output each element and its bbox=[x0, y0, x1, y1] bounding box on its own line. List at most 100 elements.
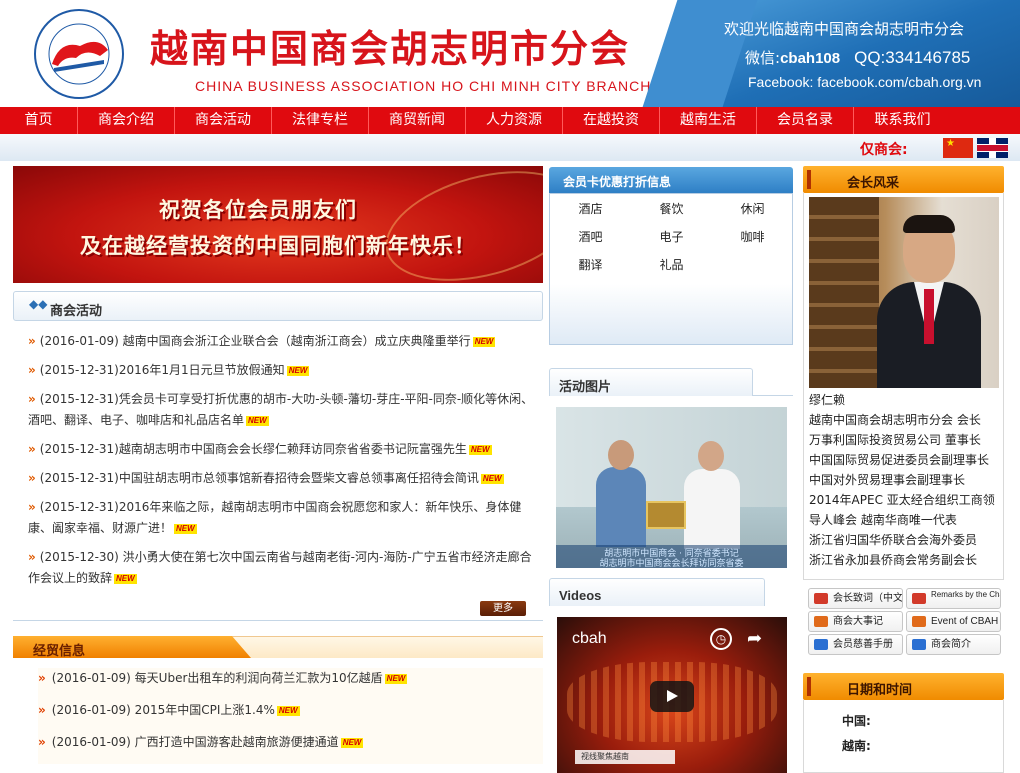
vietnam-time-label: 越南: bbox=[842, 739, 871, 753]
member-card-panel: 酒店 餐饮 休闲 酒吧 电子 咖啡 翻译 礼品 bbox=[549, 193, 793, 345]
nav-item-members[interactable]: 会员名录 bbox=[757, 107, 854, 134]
activities-list: » (2016-01-09) 越南中国商会浙江企业联合会（越南浙江商会）成立庆典隆… bbox=[28, 331, 540, 597]
category-translation[interactable]: 翻译 bbox=[550, 256, 631, 274]
video-title-strip: 视线聚焦越南 bbox=[575, 750, 675, 764]
trade-list: » (2016-01-09) 每天Uber出租车的利润向荷兰汇款为10亿越盾 NEW… bbox=[38, 668, 543, 764]
chairman-speech-button[interactable]: 会长致词（中文） bbox=[808, 588, 903, 609]
list-item[interactable]: » (2015-12-31)越南胡志明市中国商会会长缪仁赖拜访同奈省省委书记阮富强… bbox=[28, 439, 540, 460]
photo-hair bbox=[903, 215, 955, 233]
banner-line-1: 祝贺各位会员朋友们 bbox=[159, 198, 357, 222]
watch-later-icon[interactable]: ◷ bbox=[710, 628, 732, 650]
list-item[interactable]: » (2015-12-31)凭会员卡可享受打折优惠的胡市-大叻-头顿-藩切-芽庄-… bbox=[28, 389, 540, 431]
bullet-icon: » bbox=[28, 471, 36, 485]
list-item[interactable]: » (2016-01-09) 越南中国商会浙江企业联合会（越南浙江商会）成立庆典隆… bbox=[28, 331, 540, 352]
news-link[interactable]: (2015-12-31)凭会员卡可享受打折优惠的胡市-大叻-头顿-藩切-芽庄-平… bbox=[28, 392, 533, 427]
bullet-icon: » bbox=[28, 442, 36, 456]
nav-item-investment[interactable]: 在越投资 bbox=[563, 107, 660, 134]
share-icon[interactable]: ➦ bbox=[747, 628, 762, 649]
chairman-photo[interactable] bbox=[809, 197, 999, 388]
video-player[interactable]: cbah ◷ ➦ 视线聚焦越南 bbox=[557, 617, 787, 773]
events-button[interactable]: Event of CBAH bbox=[906, 611, 1001, 632]
double-chevron-icon: » bbox=[38, 671, 46, 685]
list-item[interactable]: » (2015-12-31)2016年来临之际，越南胡志明市中国商会祝愿您和家人：… bbox=[28, 497, 540, 539]
speech-icon bbox=[814, 593, 828, 604]
news-link[interactable]: (2015-12-31)2016年1月1日元旦节放假通知 bbox=[40, 363, 285, 377]
trade-title: 经贸信息 bbox=[33, 644, 86, 659]
photos-header: 活动图片 bbox=[549, 368, 753, 396]
video-channel-name: cbah bbox=[572, 630, 607, 647]
category-hotel[interactable]: 酒店 bbox=[550, 200, 631, 218]
news-link[interactable]: (2015-12-30) 洪小勇大使在第七次中国云南省与越南老街-河内-海防-广… bbox=[28, 550, 532, 585]
milestones-button[interactable]: 商会大事记 bbox=[808, 611, 903, 632]
category-coffee[interactable]: 咖啡 bbox=[712, 228, 793, 246]
chairman-title-line: 浙江省归国华侨联合会海外委员 bbox=[809, 533, 978, 547]
chairman-header: 会长风采 bbox=[803, 166, 1004, 193]
news-link[interactable]: (2015-12-31)越南胡志明市中国商会会长缪仁赖拜访同奈省省委书记阮富强先… bbox=[40, 442, 467, 456]
association-intro-button[interactable]: 商会简介 bbox=[906, 634, 1001, 655]
news-link[interactable]: (2016-01-09) 越南中国商会浙江企业联合会（越南浙江商会）成立庆典隆重… bbox=[40, 334, 471, 348]
nav-item-trade-news[interactable]: 商贸新闻 bbox=[369, 107, 466, 134]
bullet-icon: » bbox=[28, 500, 36, 514]
list-item[interactable]: » (2016-01-09) 每天Uber出租车的利润向荷兰汇款为10亿越盾 NEW bbox=[38, 668, 543, 689]
news-link[interactable]: (2015-12-31)2016年来临之际，越南胡志明市中国商会祝愿您和家人：新… bbox=[28, 500, 521, 535]
trade-link[interactable]: (2016-01-09) 广西打造中国游客赴越南旅游便捷通道 bbox=[52, 735, 339, 749]
bullet-icon: » bbox=[28, 334, 36, 348]
new-year-banner[interactable]: 祝贺各位会员朋友们 及在越经营投资的中国同胞们新年快乐！ bbox=[13, 166, 543, 283]
chairperson-remarks-label: Remarks by the Chairperson bbox=[931, 590, 1000, 599]
wechat-label: 微信: bbox=[745, 49, 781, 67]
more-button[interactable]: 更多 bbox=[480, 601, 526, 616]
association-logo[interactable] bbox=[20, 6, 138, 102]
milestone-icon bbox=[814, 616, 828, 627]
new-badge: NEW bbox=[276, 705, 300, 716]
china-flag-icon[interactable] bbox=[943, 138, 973, 158]
facebook-link[interactable]: Facebook: facebook.com/cbah.org.vn bbox=[748, 74, 981, 90]
trade-link[interactable]: (2016-01-09) 每天Uber出租车的利润向荷兰汇款为10亿越盾 bbox=[52, 671, 383, 685]
chairman-title-line: 导人峰会 越南华商唯一代表 bbox=[809, 513, 957, 527]
chairperson-remarks-button[interactable]: Remarks by the Chairperson bbox=[906, 588, 1001, 609]
association-intro-label: 商会简介 bbox=[931, 639, 971, 650]
nav-item-activities[interactable]: 商会活动 bbox=[175, 107, 272, 134]
category-dining[interactable]: 餐饮 bbox=[631, 200, 712, 218]
photo-person-right bbox=[684, 469, 740, 549]
events-label: Event of CBAH bbox=[931, 616, 999, 627]
photo-person-right-head bbox=[698, 441, 724, 471]
list-item[interactable]: » (2016-01-09) 2015年中国CPI上涨1.4% NEW bbox=[38, 700, 543, 721]
list-item[interactable]: » (2016-01-09) 广西打造中国游客赴越南旅游便捷通道 NEW bbox=[38, 732, 543, 753]
main-nav: 首页 商会介绍 商会活动 法律专栏 商贸新闻 人力资源 在越投资 越南生活 会员… bbox=[0, 107, 1020, 134]
charity-handbook-button[interactable]: 会员慈善手册 bbox=[808, 634, 903, 655]
new-badge: NEW bbox=[480, 473, 504, 484]
chairman-name: 缪仁赖 bbox=[809, 393, 846, 407]
nav-item-about[interactable]: 商会介绍 bbox=[78, 107, 175, 134]
trade-link[interactable]: (2016-01-09) 2015年中国CPI上涨1.4% bbox=[52, 703, 275, 717]
nav-item-legal[interactable]: 法律专栏 bbox=[272, 107, 369, 134]
category-gifts[interactable]: 礼品 bbox=[631, 256, 712, 274]
list-item[interactable]: » (2015-12-31)中国驻胡志明市总领事馆新春招待会暨柴文睿总领事离任招待… bbox=[28, 468, 540, 489]
videos-header: Videos bbox=[549, 578, 765, 606]
news-link[interactable]: (2015-12-31)中国驻胡志明市总领事馆新春招待会暨柴文睿总领事离任招待会… bbox=[40, 471, 479, 485]
member-card-title: 会员卡优惠打折信息 bbox=[563, 175, 672, 189]
play-button-icon[interactable] bbox=[650, 681, 694, 712]
category-leisure[interactable]: 休闲 bbox=[712, 200, 793, 218]
site-subtitle: CHINA BUSINESS ASSOCIATION HO CHI MINH C… bbox=[195, 78, 652, 94]
nav-item-contact[interactable]: 联系我们 bbox=[854, 107, 951, 134]
double-chevron-icon: ◆◆ bbox=[29, 297, 48, 311]
photo-person-left bbox=[596, 467, 646, 547]
handbook-icon bbox=[814, 639, 828, 650]
activity-photo[interactable]: 胡志明市中国商会 · 同奈省委书记 胡志明市中国商会会长拜访同奈省委 bbox=[556, 407, 787, 568]
header-bar-accent bbox=[807, 170, 811, 189]
list-item[interactable]: » (2015-12-31)2016年1月1日元旦节放假通知 NEW bbox=[28, 360, 540, 381]
new-badge: NEW bbox=[174, 523, 197, 534]
photo-plaque bbox=[646, 501, 686, 529]
nav-item-home[interactable]: 首页 bbox=[0, 107, 78, 134]
category-electronics[interactable]: 电子 bbox=[631, 228, 712, 246]
photo-person-left-head bbox=[608, 440, 634, 470]
nav-item-hr[interactable]: 人力资源 bbox=[466, 107, 563, 134]
chairman-title-line: 中国对外贸易理事会副理事长 bbox=[809, 473, 966, 487]
category-bar[interactable]: 酒吧 bbox=[550, 228, 631, 246]
nav-item-life[interactable]: 越南生活 bbox=[660, 107, 757, 134]
chairman-info: 缪仁赖 越南中国商会胡志明市分会 会长 万事利国际投资贸易公司 董事长 中国国际… bbox=[809, 390, 1001, 570]
list-item[interactable]: » (2015-12-30) 洪小勇大使在第七次中国云南省与越南老街-河内-海防-… bbox=[28, 547, 540, 589]
uk-flag-icon[interactable] bbox=[977, 138, 1008, 158]
new-badge: NEW bbox=[340, 737, 364, 748]
new-badge: NEW bbox=[246, 415, 269, 426]
